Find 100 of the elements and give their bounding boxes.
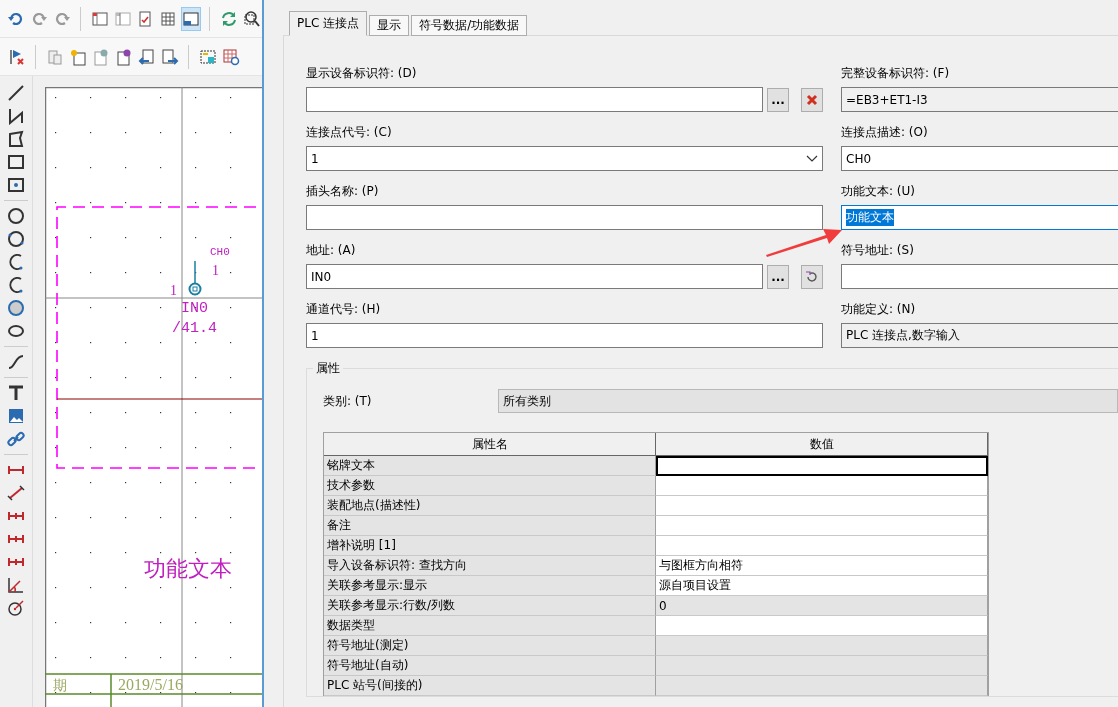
table-cell: 技术参数	[324, 476, 656, 496]
rotate-icon	[805, 269, 819, 284]
refresh-icon	[219, 9, 238, 28]
field-label: 地址: (A)	[306, 242, 357, 259]
field-label: 功能文本: (U)	[841, 183, 916, 200]
new-document-icon	[68, 47, 87, 66]
table-cell[interactable]: 与图框方向相符	[656, 556, 988, 576]
rectangle-tool-icon	[7, 153, 25, 171]
window-icon	[113, 9, 132, 28]
ellipse-tool-icon	[7, 322, 25, 340]
title-block-label: 期	[53, 677, 67, 693]
field-label: 符号地址: (S)	[841, 242, 915, 259]
field-label: 插头名称: (P)	[306, 183, 380, 200]
selection-add-icon	[198, 47, 217, 66]
text-field[interactable]: 功能文本	[841, 205, 1118, 230]
field-label: 连接点代号: (C)	[306, 124, 393, 141]
field-label: 完整设备标识符: (F)	[841, 65, 951, 82]
field-label: 连接点描述: (O)	[841, 124, 929, 141]
column-header: 数值	[656, 433, 988, 456]
description-label: CH0	[210, 246, 230, 258]
table-cell[interactable]: 0	[656, 596, 988, 616]
toolbar-button[interactable]	[180, 6, 202, 31]
table-cell: 装配地点(描述性)	[324, 496, 656, 516]
clear-button[interactable]	[801, 87, 823, 112]
table-cell: 铭牌文本	[324, 456, 656, 476]
field-label: 功能定义: (N)	[841, 301, 917, 318]
pie-tool-icon	[7, 299, 25, 317]
reference-label: /41.4	[172, 320, 217, 337]
table-cell: 导入设备标识符: 查找方向	[324, 556, 656, 576]
text-field[interactable]: PLC 连接点,数字输入	[841, 323, 1118, 348]
image-tool-icon	[7, 407, 25, 425]
table-cell: 备注	[324, 516, 656, 536]
panel-icon	[181, 9, 200, 28]
diagonal-dimension-tool-icon	[7, 484, 25, 502]
table-cell[interactable]: 源自项目设置	[656, 576, 988, 596]
category-field[interactable]: 所有类别	[498, 389, 1118, 413]
table-cell: 关联参考显示:行数/列数	[324, 596, 656, 616]
rectangle-node-tool-icon	[7, 176, 25, 194]
curve-tool-icon	[7, 353, 25, 371]
circle-node-tool-icon	[7, 230, 25, 248]
table-cell: PLC 站号(间接的)	[324, 676, 656, 696]
text-field[interactable]: 1	[306, 323, 823, 348]
table-cell[interactable]	[656, 456, 988, 476]
circle-tool-icon	[7, 207, 25, 225]
radius-tool-icon	[7, 599, 25, 617]
document-left-arrow-icon	[137, 47, 156, 66]
tab[interactable]: 符号数据/功能数据	[411, 15, 528, 36]
address-label: IN0	[181, 300, 208, 317]
field-label: 类别: (T)	[323, 392, 373, 410]
text-field[interactable]	[306, 205, 823, 230]
table-cell[interactable]	[656, 636, 988, 656]
table-icon	[159, 9, 178, 28]
connection-label: 1	[170, 283, 177, 298]
arc-tool-icon	[7, 253, 25, 271]
table-cell: 增补说明 [1]	[324, 536, 656, 556]
connection-point-symbol	[188, 260, 202, 296]
table-cell[interactable]	[656, 656, 988, 676]
table-cell: 数据类型	[324, 616, 656, 636]
table-cell[interactable]	[656, 476, 988, 496]
document-gear-icon	[91, 47, 110, 66]
text-field[interactable]: IN0	[306, 264, 763, 289]
table-cell[interactable]	[656, 496, 988, 516]
table-cell: 关联参考显示:显示	[324, 576, 656, 596]
window-icon	[90, 9, 109, 28]
group-title: 属性	[313, 360, 343, 377]
table-cell: 符号地址(测定)	[324, 636, 656, 656]
refresh-address-button[interactable]	[801, 264, 823, 289]
text-field[interactable]: =EB3+ET1-I3	[841, 87, 1118, 112]
table-cell[interactable]	[656, 616, 988, 636]
field-label: 显示设备标识符: (D)	[306, 65, 418, 82]
document-right-arrow-icon	[160, 47, 179, 66]
polygon-tool-icon	[7, 130, 25, 148]
field-label: 通道代号: (H)	[306, 301, 382, 318]
text-tool-icon	[7, 384, 25, 402]
chevron-down-icon	[806, 154, 818, 163]
column-header: 属性名	[324, 433, 656, 456]
grid-node-icon	[221, 47, 240, 66]
line-tool-icon	[7, 84, 25, 102]
polyline-tool-icon	[7, 107, 25, 125]
link-icon	[7, 430, 25, 448]
title-block-date: 2019/5/16	[118, 676, 183, 693]
dropdown-field[interactable]: 1	[306, 146, 823, 171]
arc-tool-icon	[7, 276, 25, 294]
table-cell: 符号地址(自动)	[324, 656, 656, 676]
close-icon	[806, 93, 818, 106]
table-cell[interactable]	[656, 676, 988, 696]
document-icon	[45, 47, 64, 66]
browse-button[interactable]: ...	[767, 87, 789, 112]
tab[interactable]: 显示	[369, 15, 410, 36]
table-cell[interactable]	[656, 516, 988, 536]
search-icon	[242, 9, 261, 28]
connection-label: 1	[212, 263, 219, 278]
text-field[interactable]: CH0	[841, 146, 1118, 171]
tab[interactable]: PLC 连接点	[289, 11, 368, 36]
text-field[interactable]	[306, 87, 763, 112]
text-field[interactable]	[841, 264, 1118, 289]
table-cell[interactable]	[656, 536, 988, 556]
browse-button[interactable]: ...	[767, 264, 789, 289]
flag-icon	[7, 47, 26, 66]
document-pointer-icon	[114, 47, 133, 66]
